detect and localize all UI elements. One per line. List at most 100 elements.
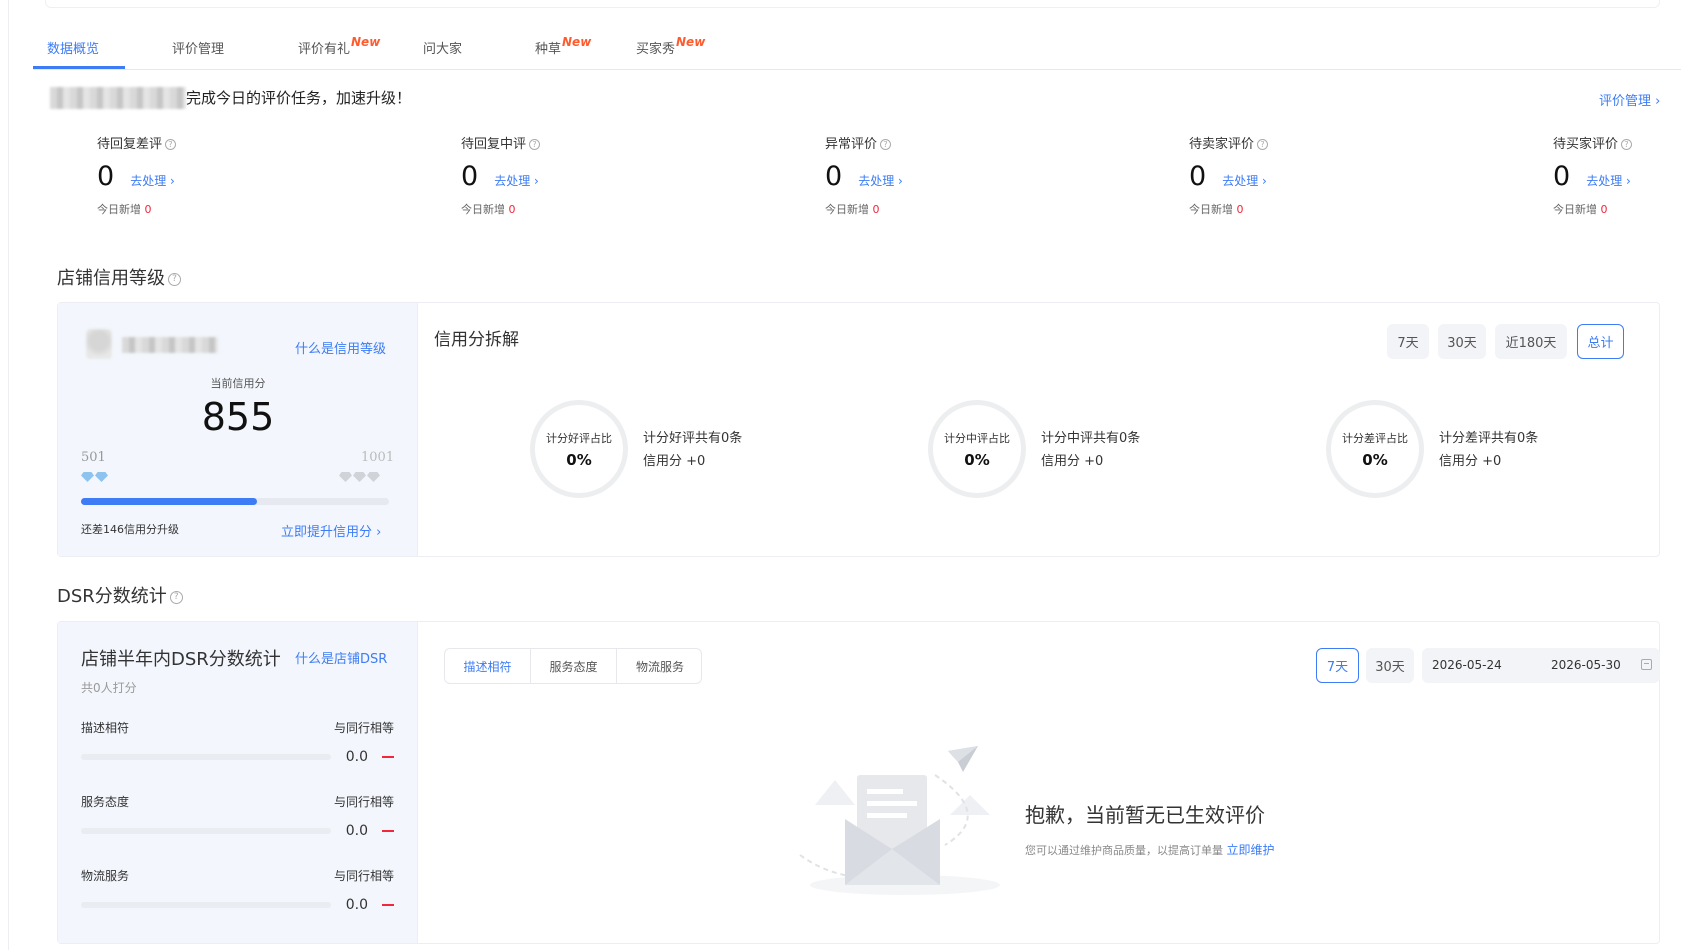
- date-range-picker[interactable]: 2026-05-24 2026-05-30: [1422, 648, 1660, 683]
- stat-label: 异常评价?: [825, 133, 975, 152]
- dsr-value: 0.0: [345, 823, 369, 839]
- tab-ask-everyone[interactable]: 问大家: [423, 38, 462, 57]
- new-badge: New: [676, 35, 706, 49]
- period-total-button[interactable]: 总计: [1577, 324, 1624, 359]
- stat-pending-neutral: 待回复中评? 0 去处理 › 今日新增 0: [461, 133, 611, 217]
- segment-service[interactable]: 服务态度: [531, 649, 617, 683]
- stat-label: 待回复差评?: [97, 133, 247, 152]
- dash-indicator: [382, 756, 394, 758]
- stat-label: 待卖家评价?: [1189, 133, 1339, 152]
- help-icon[interactable]: ?: [1257, 139, 1269, 150]
- process-link[interactable]: 去处理 ›: [858, 172, 903, 189]
- credit-score: 855: [201, 395, 275, 439]
- dsr-score-card: 店铺半年内DSR分数统计 什么是店铺DSR 共0人打分 描述相符 与同行相等 0.…: [58, 622, 418, 943]
- help-icon[interactable]: ?: [1621, 139, 1633, 150]
- dsr-row-label: 服务态度: [81, 795, 130, 809]
- dsr-row-logistics: 物流服务 与同行相等 0.0: [81, 867, 394, 913]
- period-30d-button[interactable]: 30天: [1438, 324, 1486, 359]
- tab-buyer-show[interactable]: 买家秀New: [636, 35, 706, 57]
- rater-count: 共0人打分: [81, 681, 137, 695]
- tab-bar: 数据概览 评价管理 评价有礼New 问大家 种草New 买家秀New: [33, 30, 1681, 70]
- credit-progress-track: [81, 498, 389, 505]
- dsr-row-description: 描述相符 与同行相等 0.0: [81, 719, 394, 765]
- process-link[interactable]: 去处理 ›: [494, 172, 539, 189]
- level-gems-current: [81, 467, 109, 486]
- process-link[interactable]: 去处理 ›: [1586, 172, 1631, 189]
- tab-label: 数据概览: [47, 42, 100, 57]
- ring-value: 0%: [964, 450, 990, 469]
- help-icon[interactable]: ?: [169, 590, 183, 604]
- stat-value: 0: [825, 161, 843, 192]
- good-review-desc: 计分好评共有0条 信用分 +0: [643, 431, 743, 469]
- improve-credit-link[interactable]: 立即提升信用分 ›: [281, 521, 381, 540]
- dsr-row-service: 服务态度 与同行相等 0.0: [81, 793, 394, 839]
- process-link[interactable]: 去处理 ›: [130, 172, 175, 189]
- dsr-section-title: DSR分数统计?: [57, 582, 183, 608]
- date-start[interactable]: 2026-05-24: [1432, 658, 1502, 672]
- empty-mailbox-icon: [799, 746, 1000, 895]
- help-icon[interactable]: ?: [529, 139, 541, 150]
- ring-value: 0%: [566, 450, 592, 469]
- breakdown-title: 信用分拆解: [434, 330, 519, 350]
- stat-value: 0: [97, 161, 115, 192]
- stat-label: 待买家评价?: [1553, 133, 1693, 152]
- period-7d-button[interactable]: 7天: [1387, 324, 1429, 359]
- tab-review-management[interactable]: 评价管理: [172, 38, 224, 57]
- tab-seeding[interactable]: 种草New: [535, 35, 591, 57]
- dsr-bar: [81, 754, 331, 760]
- score-max: 1001: [361, 450, 395, 465]
- dsr-panel-title: 店铺半年内DSR分数统计: [81, 649, 281, 670]
- diamond-icon: [367, 472, 380, 482]
- stat-today: 今日新增 0: [1553, 203, 1608, 216]
- segment-logistics[interactable]: 物流服务: [617, 649, 701, 683]
- what-is-dsr-link[interactable]: 什么是店铺DSR: [295, 648, 387, 667]
- dash-indicator: [382, 830, 394, 832]
- new-badge: New: [351, 35, 381, 49]
- dsr-bar: [81, 902, 331, 908]
- dsr-row-compare: 与同行相等: [333, 795, 394, 809]
- date-end[interactable]: 2026-05-30: [1551, 658, 1621, 672]
- stat-today: 今日新增 0: [1189, 203, 1244, 216]
- stat-abnormal: 异常评价? 0 去处理 › 今日新增 0: [825, 133, 975, 217]
- dsr-period-7d-button[interactable]: 7天: [1316, 648, 1359, 683]
- diamond-icon: [339, 472, 352, 482]
- help-icon[interactable]: ?: [165, 139, 177, 150]
- maintain-now-link[interactable]: 立即维护: [1227, 843, 1275, 857]
- period-180d-button[interactable]: 近180天: [1495, 324, 1567, 359]
- what-is-credit-link[interactable]: 什么是信用等级: [295, 338, 386, 357]
- good-review-ratio-ring: 计分好评占比 0%: [530, 400, 628, 498]
- tab-label: 问大家: [423, 42, 463, 57]
- top-bar: [45, 0, 1660, 8]
- diamond-icon: [353, 472, 366, 482]
- diamond-icon: [95, 472, 108, 482]
- tab-label: 评价有礼: [298, 42, 351, 57]
- current-score-label: 当前信用分: [210, 377, 266, 390]
- stat-value: 0: [461, 161, 479, 192]
- help-icon[interactable]: ?: [880, 139, 892, 150]
- diamond-icon: [81, 472, 94, 482]
- tab-label: 评价管理: [172, 42, 225, 57]
- dsr-bar: [81, 828, 331, 834]
- credit-section-title: 店铺信用等级?: [57, 264, 181, 290]
- ring-value: 0%: [1362, 450, 1388, 469]
- process-link[interactable]: 去处理 ›: [1222, 172, 1267, 189]
- segment-description[interactable]: 描述相符: [445, 649, 531, 683]
- tab-label: 买家秀: [636, 42, 676, 57]
- dsr-row-compare: 与同行相等: [333, 721, 394, 735]
- tab-data-overview[interactable]: 数据概览: [47, 38, 99, 57]
- stat-today: 今日新增 0: [97, 203, 152, 216]
- review-management-link[interactable]: 评价管理 ›: [1599, 90, 1660, 109]
- ring-label: 计分好评占比: [546, 431, 612, 445]
- calendar-icon[interactable]: [1641, 659, 1652, 670]
- tab-label: 种草: [535, 42, 562, 57]
- dsr-row-label: 物流服务: [81, 869, 130, 883]
- stat-pending-bad: 待回复差评? 0 去处理 › 今日新增 0: [97, 133, 247, 217]
- tab-review-gifts[interactable]: 评价有礼New: [298, 35, 381, 57]
- dsr-period-30d-button[interactable]: 30天: [1366, 648, 1414, 683]
- stat-pending-buyer: 待买家评价? 0 去处理 › 今日新增 0: [1553, 133, 1693, 217]
- dsr-row-label: 描述相符: [81, 721, 130, 735]
- stat-value: 0: [1553, 161, 1571, 192]
- active-tab-indicator: [33, 66, 125, 69]
- help-icon[interactable]: ?: [168, 272, 181, 286]
- dsr-value: 0.0: [345, 749, 369, 765]
